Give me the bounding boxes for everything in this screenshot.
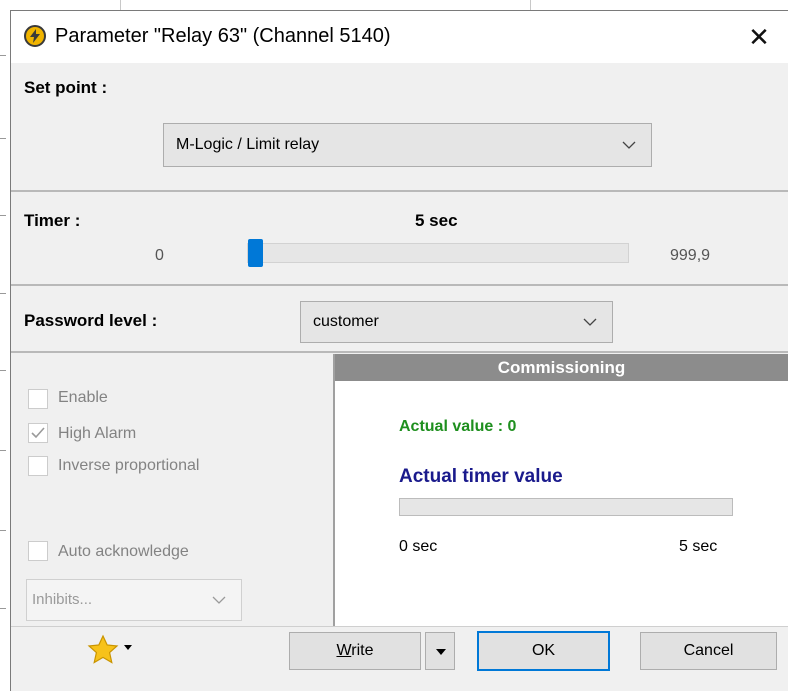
timer-progress-max: 5 sec: [679, 538, 718, 555]
timer-label: Timer :: [24, 211, 81, 230]
enable-checkbox[interactable]: [28, 389, 48, 409]
actual-value-text: Actual value : 0: [399, 418, 517, 435]
actual-timer-label: Actual timer value: [399, 466, 563, 487]
cancel-button[interactable]: Cancel: [640, 632, 777, 670]
write-label: Write: [290, 642, 420, 660]
timer-progress-min: 0 sec: [399, 538, 438, 555]
inhibits-placeholder: Inhibits...: [32, 591, 93, 608]
star-icon: [87, 634, 119, 664]
section-divider: [11, 284, 788, 286]
inverse-proportional-label: Inverse proportional: [58, 457, 200, 474]
background-window-strip: [0, 0, 788, 10]
password-level-value: customer: [313, 313, 379, 330]
password-level-select[interactable]: customer: [300, 301, 613, 343]
parameter-dialog: Parameter "Relay 63" (Channel 5140) ✕ Se…: [10, 10, 788, 691]
dropdown-arrow-icon: [436, 649, 446, 655]
lightning-icon: [24, 25, 46, 47]
timer-slider-track[interactable]: [247, 243, 629, 263]
timer-value: 5 sec: [415, 211, 458, 230]
enable-label: Enable: [58, 389, 108, 406]
high-alarm-label: High Alarm: [58, 425, 137, 442]
inhibits-select[interactable]: Inhibits...: [26, 579, 242, 621]
chevron-down-icon: [212, 596, 226, 604]
auto-acknowledge-label: Auto acknowledge: [58, 543, 189, 560]
checkmark-icon: [31, 427, 45, 439]
timer-min-label: 0: [155, 247, 164, 264]
password-level-label: Password level :: [24, 311, 158, 330]
close-button[interactable]: ✕: [739, 17, 779, 57]
footer-divider: [11, 626, 788, 627]
dialog-title: Parameter "Relay 63" (Channel 5140): [55, 25, 391, 47]
commissioning-title: Commissioning: [497, 358, 626, 377]
auto-acknowledge-checkbox[interactable]: [28, 541, 48, 561]
setpoint-select[interactable]: M-Logic / Limit relay: [163, 123, 652, 167]
section-divider: [11, 190, 788, 192]
actual-timer-progress-bar: [399, 498, 733, 516]
write-options-button[interactable]: [425, 632, 455, 670]
ok-button[interactable]: OK: [477, 631, 610, 671]
inverse-proportional-checkbox[interactable]: [28, 456, 48, 476]
section-divider: [11, 351, 788, 353]
write-mnemonic: W: [336, 642, 352, 659]
timer-slider-thumb[interactable]: [248, 239, 263, 267]
dropdown-arrow-icon: [124, 645, 132, 650]
ok-label: OK: [531, 642, 556, 659]
write-button[interactable]: Write: [289, 632, 421, 670]
commissioning-panel: Commissioning Actual value : 0 Actual ti…: [333, 354, 788, 626]
setpoint-label: Set point :: [24, 78, 108, 97]
setpoint-value: M-Logic / Limit relay: [176, 136, 320, 153]
background-window-edge: [0, 10, 10, 691]
cancel-label: Cancel: [683, 642, 734, 659]
favorites-menu-button[interactable]: [87, 634, 135, 670]
chevron-down-icon: [583, 318, 597, 326]
chevron-down-icon: [622, 141, 636, 149]
title-bar[interactable]: Parameter "Relay 63" (Channel 5140) ✕: [11, 11, 788, 63]
high-alarm-checkbox[interactable]: [28, 423, 48, 443]
timer-max-label: 999,9: [670, 247, 711, 264]
write-label-rest: rite: [351, 642, 374, 659]
